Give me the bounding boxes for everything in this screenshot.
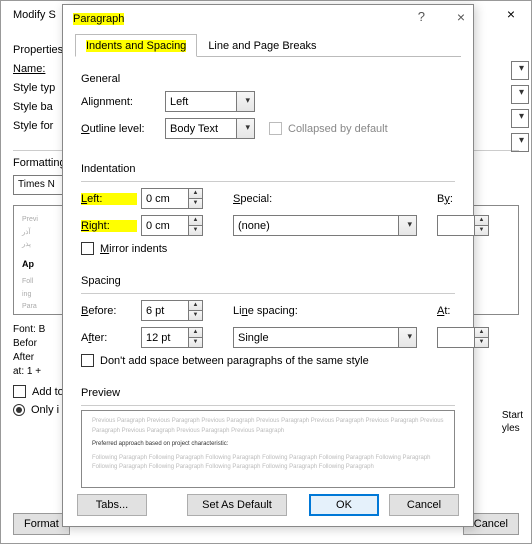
cancel-button[interactable]: Cancel [389,494,459,516]
set-default-button[interactable]: Set As Default [187,494,287,516]
before-label: Before: [81,305,137,317]
indent-right-spinner[interactable]: 0 cm▲▼ [141,215,203,236]
spacing-heading: Spacing [81,275,455,287]
paragraph-title: Paragraph [73,13,124,25]
collapsed-checkbox: Collapsed by default [269,122,388,135]
right-dropdowns [511,61,531,157]
indent-left-spinner[interactable]: 0 cm▲▼ [141,188,203,209]
at-spinner[interactable]: ▲▼ [437,327,489,348]
ok-button[interactable]: OK [309,494,379,516]
tab-line-page-breaks[interactable]: Line and Page Breaks [197,34,327,57]
general-heading: General [81,73,455,85]
tab-indents-spacing[interactable]: Indents and Spacing [75,34,197,57]
mirror-indents-checkbox[interactable]: Mirror indents [81,242,455,255]
after-label: After: [81,332,137,344]
line-spacing-combo[interactable]: Single [233,327,417,348]
by-spinner[interactable]: ▲▼ [437,215,489,236]
start-styles-fragment: Start yles [502,409,523,435]
at-label: At: [437,305,489,317]
special-combo[interactable]: (none) [233,215,417,236]
before-spinner[interactable]: 6 pt▲▼ [141,300,203,321]
no-space-same-style-checkbox[interactable]: Don't add space between paragraphs of th… [81,354,455,367]
alignment-label: Alignment: [81,96,159,108]
by-label: By: [437,193,489,205]
special-label: Special: [233,193,303,205]
alignment-combo[interactable]: Left [165,91,255,112]
indent-right-label: Right: [81,220,137,232]
close-icon[interactable]: × [457,9,465,25]
outline-level-combo[interactable]: Body Text [165,118,255,139]
indent-left-label: Left: [81,193,137,205]
outline-level-label: Outline level: [81,123,159,135]
preview-box: Previous Paragraph Previous Paragraph Pr… [81,410,455,488]
tabs-button[interactable]: Tabs... [77,494,147,516]
help-icon[interactable]: ? [418,9,425,24]
close-icon[interactable]: × [491,1,531,29]
indentation-heading: Indentation [81,163,455,175]
after-spinner[interactable]: 12 pt▲▼ [141,327,203,348]
line-spacing-label: Line spacing: [233,305,417,317]
paragraph-dialog: Paragraph ? × Indents and Spacing Line a… [62,4,474,527]
preview-heading: Preview [81,387,455,399]
